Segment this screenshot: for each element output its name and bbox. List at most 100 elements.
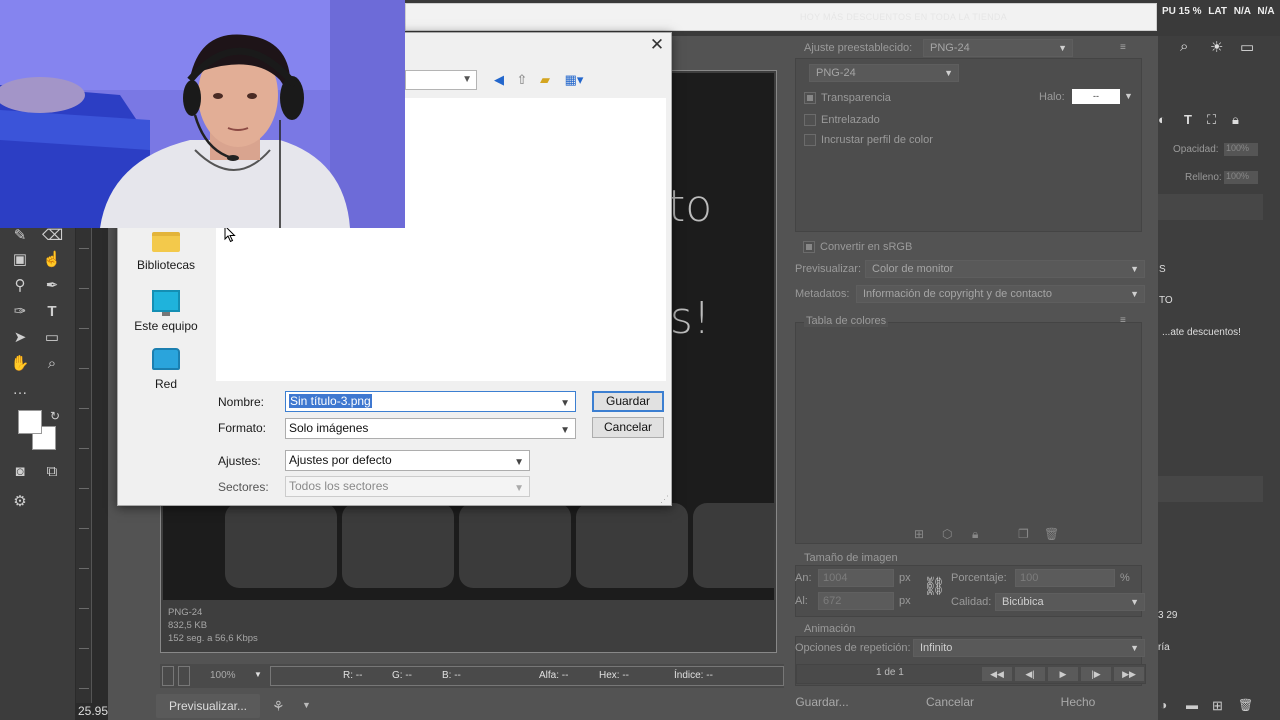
filename-input[interactable]: Sin título-3.png ▼ (285, 391, 576, 412)
format-select[interactable]: Solo imágenes ▼ (285, 418, 576, 439)
network-icon (152, 348, 180, 370)
height-input[interactable]: 672 (818, 592, 894, 610)
view-menu-icon[interactable]: ▦▾ (560, 72, 588, 88)
layer-row-selected[interactable] (1158, 194, 1263, 220)
select-arrow-icon[interactable]: ➤ (10, 328, 30, 348)
settings-select[interactable]: Ajustes por defecto ▼ (285, 450, 530, 471)
type-layer-icon[interactable]: T (1184, 112, 1192, 127)
interlaced-checkbox[interactable] (804, 114, 816, 126)
next-frame-button[interactable]: |▶ (1081, 667, 1111, 681)
gear-icon[interactable]: ⚙ (10, 492, 30, 512)
trash-icon[interactable]: 🗑︎ (1238, 698, 1253, 712)
layer-name[interactable]: TO (1159, 295, 1173, 306)
browser-icon[interactable]: ⚘ (272, 698, 285, 715)
search-icon[interactable]: ⌕ (1180, 38, 1188, 55)
link-icon[interactable]: ⛓ (923, 576, 946, 597)
chevron-down-icon[interactable]: ▼ (302, 700, 311, 710)
close-icon[interactable]: ✕ (649, 36, 665, 54)
location-dropdown[interactable]: ▼ (405, 70, 477, 90)
type-icon[interactable]: T (42, 302, 62, 322)
adjustment-icon[interactable]: ◐ (1158, 112, 1166, 127)
save-button[interactable]: Guardar... (790, 695, 854, 709)
red-value: R: -- (343, 670, 363, 681)
swap-colors-icon[interactable]: ↻ (45, 406, 65, 426)
layer-name[interactable]: ría (1158, 642, 1170, 653)
quick-mask-icon[interactable]: ◙ (10, 462, 30, 482)
dodge-icon[interactable]: ⚲ (10, 276, 30, 296)
width-unit: px (899, 572, 911, 584)
new-layer-icon[interactable]: ⊞ (1212, 698, 1223, 714)
layer-row[interactable] (1158, 476, 1263, 502)
path-icon[interactable]: ✑ (10, 302, 30, 322)
back-icon[interactable]: ◀ (491, 72, 507, 88)
lock-icon[interactable]: 🔒︎ (1232, 112, 1239, 128)
layer-name[interactable]: ...ate descuentos! (1162, 327, 1241, 338)
zoom-level[interactable]: 100% (210, 670, 236, 681)
dialog-cancel-button[interactable]: Cancelar (592, 417, 664, 438)
preset-select[interactable]: PNG-24 ▼ (923, 39, 1073, 57)
metadata-select[interactable]: Información de copyright y de contacto ▼ (856, 285, 1145, 303)
menu-icon[interactable]: ≡ (1120, 42, 1126, 53)
smudge-icon[interactable]: ☝ (42, 250, 62, 270)
transparency-checkbox[interactable] (804, 92, 816, 104)
fill-input[interactable]: 100% (1224, 171, 1258, 184)
new-folder-icon[interactable]: ▰ (537, 72, 553, 88)
more-icon[interactable]: … (10, 380, 30, 400)
lock-icon[interactable]: 🔒︎ (972, 527, 978, 542)
map-icon[interactable]: ⊞ (914, 527, 924, 541)
screen-mode-icon[interactable]: ⧉ (42, 462, 62, 482)
loop-select[interactable]: Infinito ▼ (913, 639, 1145, 657)
percent-input[interactable]: 100 (1015, 569, 1115, 587)
done-button[interactable]: Hecho (1052, 695, 1104, 709)
format-select[interactable]: PNG-24 ▼ (809, 64, 959, 82)
prev-frame-button[interactable]: ◀| (1015, 667, 1045, 681)
brightness-icon[interactable]: ☀ (1210, 38, 1223, 56)
web-shift-icon[interactable]: ⬡ (942, 527, 952, 541)
new-color-icon[interactable]: ❐ (1018, 527, 1029, 541)
brush-icon[interactable]: ✎ (10, 226, 30, 246)
zoom-icon[interactable]: ⌕ (42, 354, 62, 374)
layer-name[interactable]: 3 29 (1158, 610, 1177, 621)
embed-profile-checkbox[interactable] (804, 134, 816, 146)
folder-icon[interactable]: ▬ (1186, 698, 1198, 712)
menu-icon[interactable]: ≡ (1120, 315, 1126, 326)
zoom-out-button[interactable] (162, 666, 174, 686)
resize-grip[interactable]: ⋰ (660, 494, 669, 505)
cancel-button[interactable]: Cancelar (920, 695, 980, 709)
up-folder-icon[interactable]: ⇧ (514, 72, 530, 88)
rectangle-icon[interactable]: ▭ (42, 328, 62, 348)
fx-icon[interactable]: ◑ (1160, 698, 1167, 712)
foreground-color-swatch[interactable] (18, 410, 42, 434)
place-network[interactable]: Red (126, 348, 206, 391)
vertical-ruler (76, 228, 92, 703)
play-button[interactable]: ▶ (1048, 667, 1078, 681)
trash-icon[interactable]: 🗑︎ (1044, 527, 1059, 541)
opacity-input[interactable]: 100% (1224, 143, 1258, 156)
convert-srgb-checkbox[interactable] (803, 241, 815, 253)
transform-icon[interactable]: ⛶ (1207, 112, 1216, 128)
halo-color-swatch[interactable]: -- (1072, 89, 1120, 104)
layer-name[interactable]: S (1159, 264, 1166, 275)
zoom-in-button[interactable] (178, 666, 190, 686)
eraser-icon[interactable]: ⌫ (42, 226, 63, 246)
file-info: PNG-24 832,5 KB 152 seg. a 56,6 Kbps (168, 606, 258, 645)
first-frame-button[interactable]: ◀◀ (982, 667, 1012, 681)
width-input[interactable]: 1004 (818, 569, 894, 587)
dialog-save-button[interactable]: Guardar (592, 391, 664, 412)
place-this-pc[interactable]: Este equipo (126, 290, 206, 333)
preview-mode-select[interactable]: Color de monitor ▼ (865, 260, 1145, 278)
hand-icon[interactable]: ✋ (10, 354, 30, 374)
chevron-down-icon[interactable]: ▼ (254, 670, 262, 679)
workspace-icon[interactable]: ▭ (1240, 38, 1254, 56)
pen-icon[interactable]: ✒ (42, 276, 62, 296)
gradient-icon[interactable]: ▣ (10, 250, 30, 270)
last-frame-button[interactable]: ▶▶ (1114, 667, 1144, 681)
alpha-value: Alfa: -- (539, 670, 569, 681)
preview-mode-label: Previsualizar: (795, 263, 862, 275)
chevron-down-icon[interactable]: ▼ (1124, 91, 1133, 101)
hex-value: Hex: -- (599, 670, 629, 681)
preview-in-browser-button[interactable]: Previsualizar... (156, 694, 260, 718)
place-libraries[interactable]: Bibliotecas (126, 232, 206, 272)
transparency-label: Transparencia (821, 92, 891, 104)
quality-select[interactable]: Bicúbica ▼ (995, 593, 1145, 611)
